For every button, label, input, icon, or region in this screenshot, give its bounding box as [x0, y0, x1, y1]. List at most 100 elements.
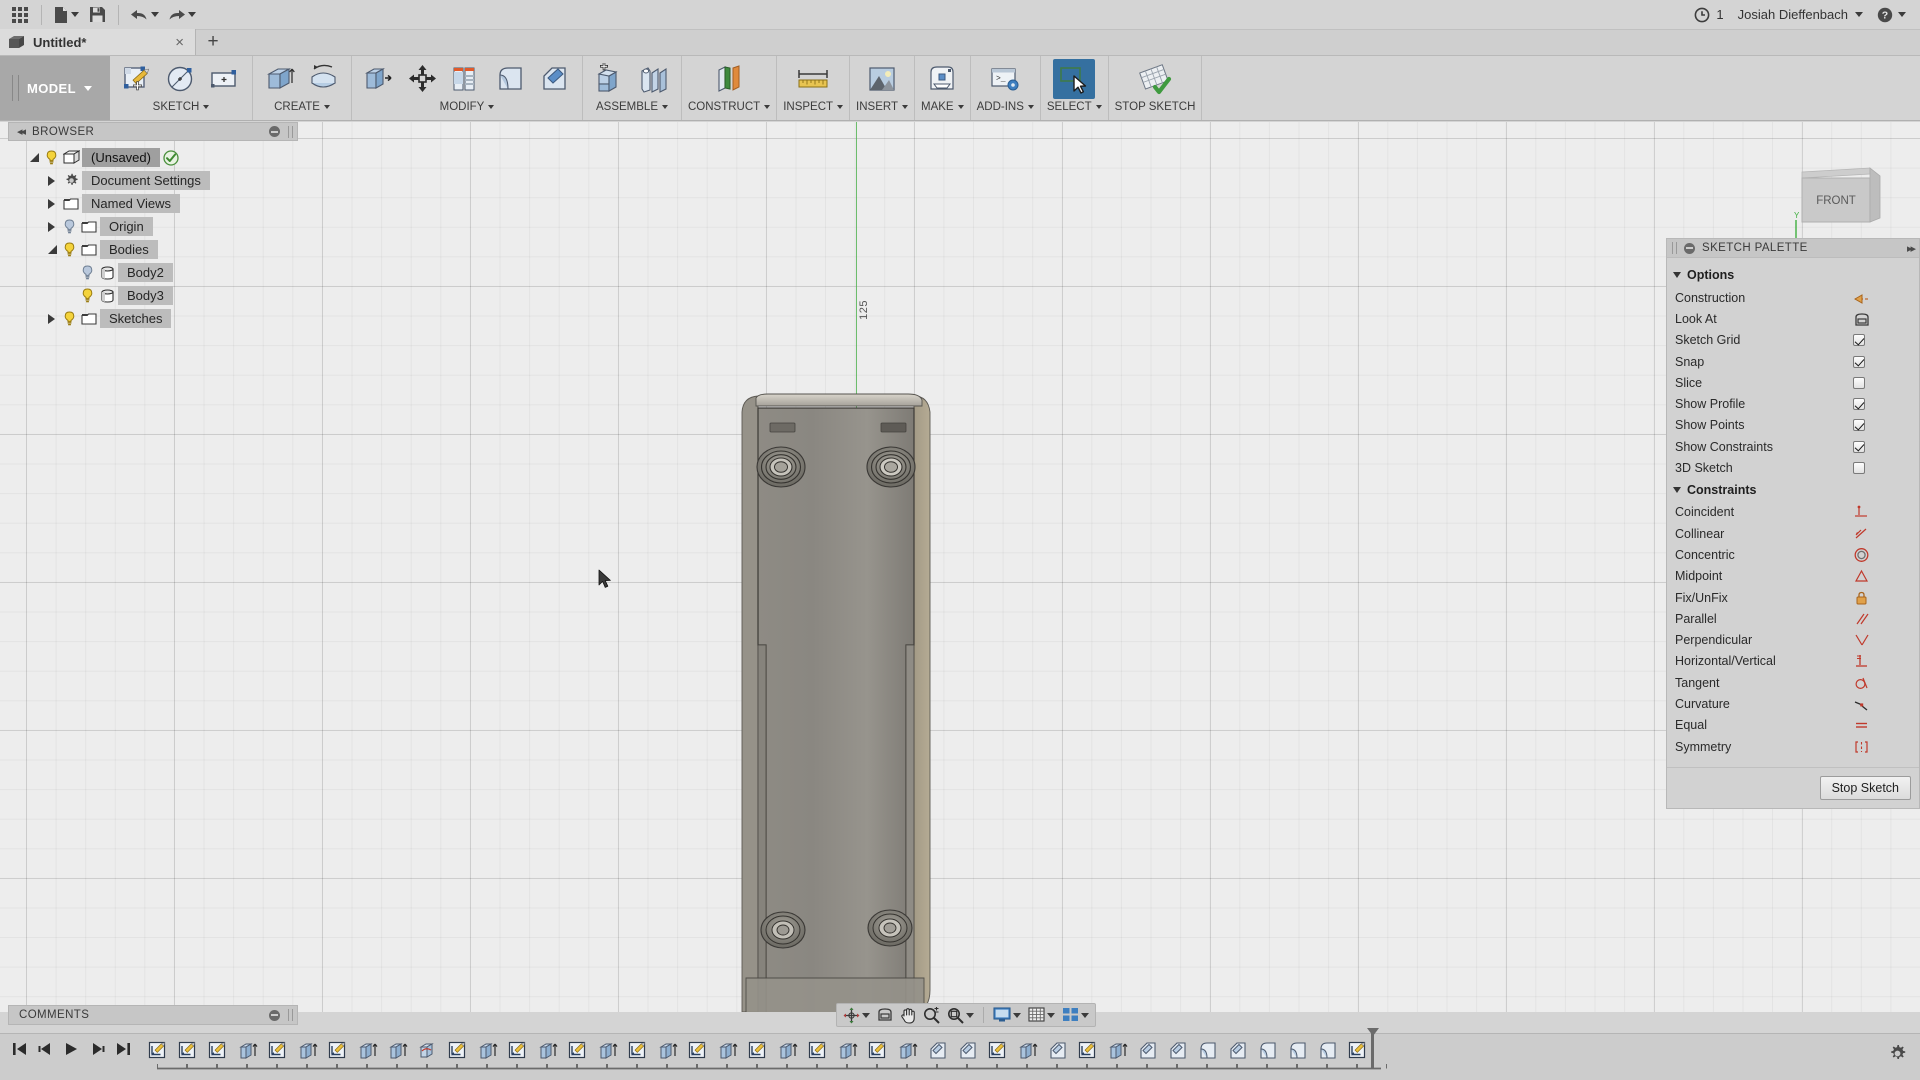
file-new-icon[interactable] — [50, 2, 82, 28]
palette-row-sketch-grid[interactable]: Sketch Grid — [1667, 330, 1919, 351]
timeline-feature-extrude[interactable] — [353, 1038, 383, 1064]
expand-triangle-icon[interactable] — [44, 176, 60, 186]
timeline-feature-sketch[interactable] — [563, 1038, 593, 1064]
palette-checkbox-cell[interactable] — [1853, 398, 1919, 410]
timeline-feature-fillet[interactable] — [1313, 1038, 1343, 1064]
palette-icon-cell[interactable] — [1853, 632, 1919, 648]
palette-row-tangent[interactable]: Tangent — [1667, 672, 1919, 693]
go-to-beginning-button[interactable] — [12, 1042, 27, 1056]
palette-row-show-profile[interactable]: Show Profile — [1667, 393, 1919, 414]
3d-print-button[interactable] — [921, 59, 963, 99]
browser-tree-item[interactable]: (Unsaved) — [8, 146, 298, 169]
ribbon-group-title-construct[interactable]: CONSTRUCT — [688, 101, 770, 113]
expand-right-icon[interactable]: ▸▸ — [1907, 242, 1914, 255]
go-to-end-button[interactable] — [116, 1042, 131, 1056]
palette-icon-cell[interactable] — [1853, 504, 1919, 520]
save-icon[interactable] — [84, 2, 110, 28]
minus-circle-icon[interactable] — [1684, 243, 1695, 254]
timeline-marker[interactable] — [1371, 1030, 1374, 1068]
new-component-button[interactable] — [589, 59, 631, 99]
ribbon-group-title-modify[interactable]: MODIFY — [440, 101, 495, 113]
timeline-feature-sketch[interactable] — [983, 1038, 1013, 1064]
appearance-button[interactable] — [446, 59, 488, 99]
timeline-feature-extrude[interactable] — [383, 1038, 413, 1064]
timeline-feature-extrude[interactable] — [1013, 1038, 1043, 1064]
palette-checkbox-cell[interactable] — [1853, 334, 1919, 346]
timeline-feature-sketch[interactable] — [623, 1038, 653, 1064]
timeline-feature-sketch[interactable] — [263, 1038, 293, 1064]
palette-row-coincident[interactable]: Coincident — [1667, 502, 1919, 523]
browser-tree-item[interactable]: Bodies — [8, 238, 298, 261]
timeline-feature-chamfer[interactable] — [1133, 1038, 1163, 1064]
palette-row-concentric[interactable]: Concentric — [1667, 544, 1919, 565]
visibility-on-button[interactable] — [42, 150, 60, 165]
palette-icon-cell[interactable] — [1853, 696, 1919, 712]
ribbon-group-title-inspect[interactable]: INSPECT — [783, 101, 843, 113]
timeline-feature-chamfer[interactable] — [1223, 1038, 1253, 1064]
timeline-feature-extrude[interactable] — [893, 1038, 923, 1064]
palette-icon-cell[interactable] — [1853, 526, 1919, 542]
grid-snaps-button[interactable] — [1025, 1005, 1058, 1025]
joint-button[interactable] — [633, 59, 675, 99]
collapse-left-icon[interactable]: ◂◂ — [17, 125, 24, 138]
timeline-feature-sketch[interactable] — [443, 1038, 473, 1064]
visibility-off-button[interactable] — [60, 219, 78, 234]
checkbox[interactable] — [1853, 419, 1865, 431]
stop-sketch-confirm-button[interactable]: Stop Sketch — [1820, 776, 1911, 800]
timeline-feature-sketch[interactable] — [803, 1038, 833, 1064]
palette-checkbox-cell[interactable] — [1853, 419, 1919, 431]
ribbon-group-title-insert[interactable]: INSERT — [856, 101, 908, 113]
ribbon-group-title-create[interactable]: CREATE — [274, 101, 330, 113]
palette-icon-cell[interactable] — [1853, 739, 1919, 755]
new-tab-button[interactable]: + — [196, 29, 230, 55]
palette-icon-cell[interactable] — [1853, 675, 1919, 691]
palette-row-show-constraints[interactable]: Show Constraints — [1667, 436, 1919, 457]
apps-grid-icon[interactable] — [7, 2, 33, 28]
timeline-feature-extrude[interactable] — [833, 1038, 863, 1064]
timeline-feature-extrude[interactable] — [473, 1038, 503, 1064]
palette-row-3d-sketch[interactable]: 3D Sketch — [1667, 457, 1919, 478]
visibility-off-button[interactable] — [78, 265, 96, 280]
timeline-feature-extrude[interactable] — [533, 1038, 563, 1064]
checkbox[interactable] — [1853, 334, 1865, 346]
timeline-feature-sketch[interactable] — [503, 1038, 533, 1064]
palette-icon-cell[interactable] — [1853, 717, 1919, 733]
ribbon-group-title-select[interactable]: SELECT — [1047, 101, 1102, 113]
visibility-on-button[interactable] — [78, 288, 96, 303]
palette-icon-cell[interactable] — [1853, 590, 1919, 606]
orbit-button[interactable] — [840, 1005, 873, 1025]
timeline-feature-sketch[interactable] — [1073, 1038, 1103, 1064]
browser-tree-item[interactable]: Document Settings — [8, 169, 298, 192]
select-tool-button[interactable] — [1053, 59, 1095, 99]
expand-triangle-icon[interactable] — [44, 199, 60, 209]
browser-tree-item[interactable]: Origin — [8, 215, 298, 238]
create-sketch-button[interactable] — [116, 59, 158, 99]
ribbon-group-title-make[interactable]: MAKE — [921, 101, 964, 113]
visibility-on-button[interactable] — [60, 311, 78, 326]
fit-button[interactable] — [944, 1005, 977, 1025]
ribbon-group-title-addins[interactable]: ADD-INS — [977, 101, 1034, 113]
timeline-feature-sketch[interactable] — [863, 1038, 893, 1064]
comments-minimize-button[interactable] — [269, 1010, 280, 1021]
timeline-feature-fillet[interactable] — [1193, 1038, 1223, 1064]
expand-triangle-icon[interactable] — [44, 314, 60, 324]
timeline-feature-extrude[interactable] — [773, 1038, 803, 1064]
viewports-button[interactable] — [1059, 1005, 1092, 1025]
pan-button[interactable] — [897, 1005, 919, 1025]
create-rectangle-button[interactable] — [204, 59, 246, 99]
timeline-feature-extrude[interactable] — [713, 1038, 743, 1064]
palette-row-snap[interactable]: Snap — [1667, 351, 1919, 372]
measure-button[interactable] — [792, 59, 834, 99]
palette-row-fix-unfix[interactable]: Fix/UnFix — [1667, 587, 1919, 608]
play-button[interactable] — [64, 1042, 79, 1056]
chamfer-button[interactable] — [534, 59, 576, 99]
fillet-button[interactable] — [490, 59, 532, 99]
palette-checkbox-cell[interactable] — [1853, 377, 1919, 389]
step-back-button[interactable] — [38, 1042, 53, 1056]
palette-section-constraints[interactable]: Constraints — [1667, 479, 1919, 502]
palette-row-parallel[interactable]: Parallel — [1667, 608, 1919, 629]
scripts-addins-button[interactable]: >_ — [984, 59, 1026, 99]
visibility-on-button[interactable] — [60, 242, 78, 257]
palette-icon-cell[interactable] — [1853, 653, 1919, 669]
timeline-feature-chamfer[interactable] — [923, 1038, 953, 1064]
